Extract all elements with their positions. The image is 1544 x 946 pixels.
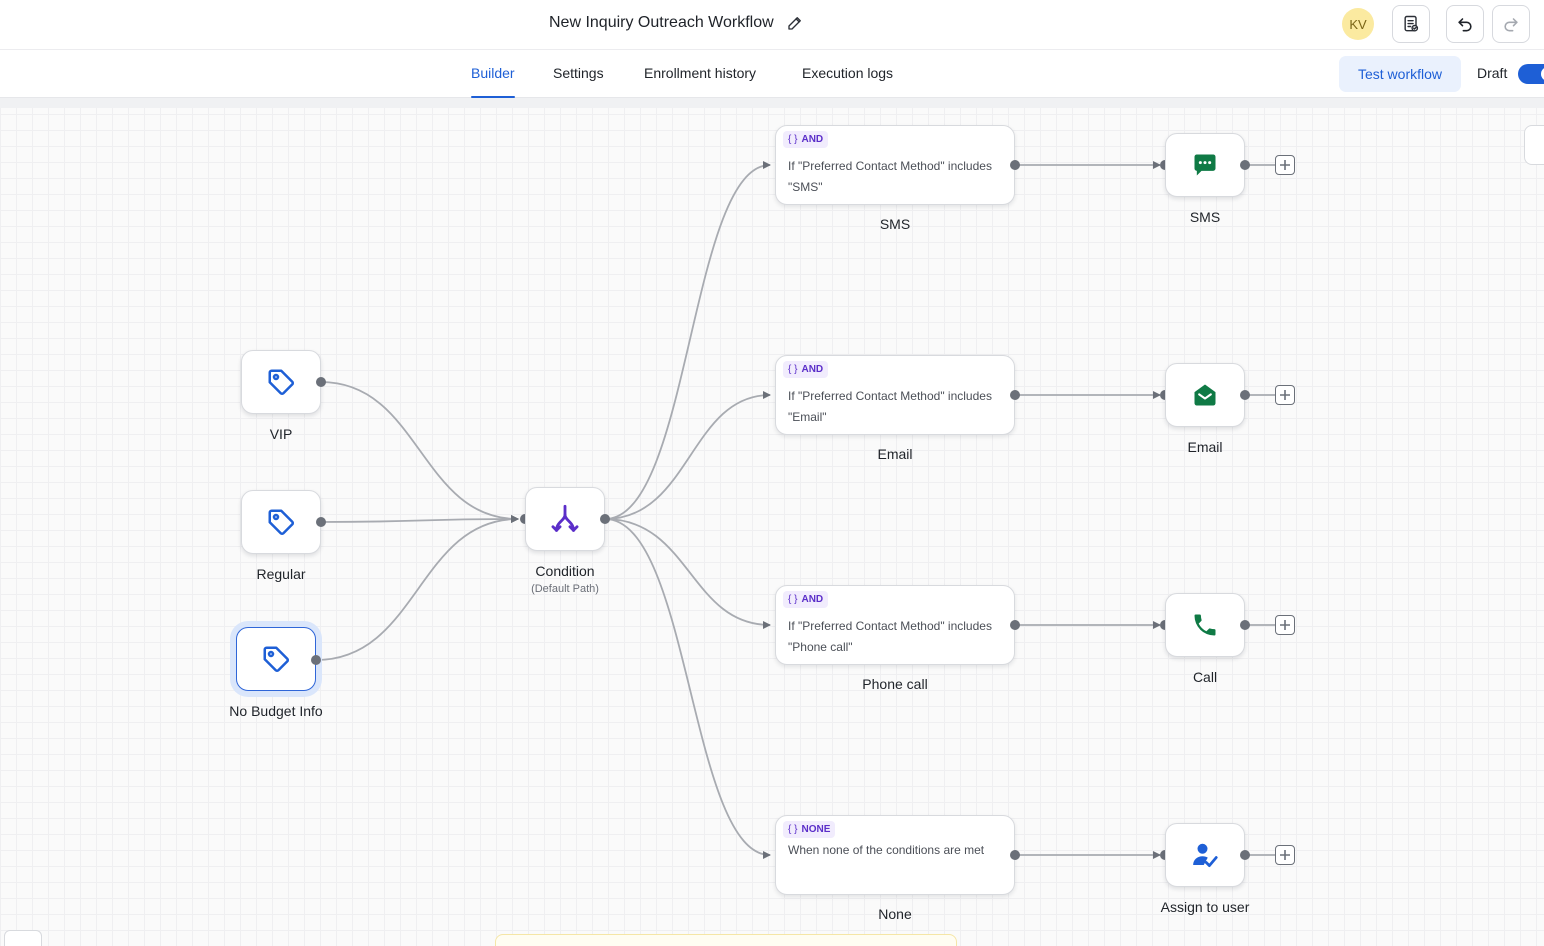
tab-bar: Builder Settings Enrollment history Exec… <box>0 50 1544 98</box>
add-step-button-call[interactable] <box>1275 615 1295 635</box>
action-label-sms: SMS <box>1189 209 1221 225</box>
branch-condition-text: If "Preferred Contact Method" includes "… <box>788 389 992 424</box>
plus-icon <box>1280 160 1290 170</box>
trigger-vip-output-handle[interactable] <box>316 377 326 387</box>
redo-button[interactable] <box>1492 5 1530 43</box>
branch-email-output-handle[interactable] <box>1010 390 1020 400</box>
branch-label-none: None <box>878 906 912 922</box>
action-label-call: Call <box>1192 669 1218 685</box>
plus-icon <box>1280 390 1290 400</box>
edit-pencil-icon[interactable] <box>786 14 804 32</box>
draft-status-label: Draft <box>1477 65 1508 81</box>
add-step-button-email[interactable] <box>1275 385 1295 405</box>
assign-user-icon <box>1193 843 1218 867</box>
edge-condition-to-email <box>604 391 771 520</box>
branch-label-phone-call: Phone call <box>862 676 928 692</box>
branch-sms-output-handle[interactable] <box>1010 160 1020 170</box>
phone-icon <box>1194 614 1216 636</box>
action-sms-output-handle[interactable] <box>1240 160 1250 170</box>
trigger-label-regular: Regular <box>256 566 306 582</box>
edge-vip-to-condition <box>320 381 519 523</box>
trigger-regular-output-handle[interactable] <box>316 517 326 527</box>
undo-button[interactable] <box>1446 5 1484 43</box>
tag-icon <box>263 646 290 673</box>
branch-operator-badge: { } AND <box>783 361 829 378</box>
trigger-label-vip: VIP <box>269 426 293 442</box>
branch-card-email[interactable]: { } AND If "Preferred Contact Method" inc… <box>775 355 1015 435</box>
edge-condition-to-phone <box>604 518 771 629</box>
plus-icon <box>1280 620 1290 630</box>
workflow-edges <box>315 161 1275 859</box>
edge-regular-to-condition <box>320 515 519 524</box>
tag-icon <box>268 369 295 396</box>
test-workflow-button[interactable]: Test workflow <box>1339 56 1461 92</box>
top-header: New Inquiry Outreach Workflow KV <box>0 0 1544 50</box>
branch-card-phone-call[interactable]: { } AND If "Preferred Contact Method" inc… <box>775 585 1015 665</box>
side-panel-toggle[interactable] <box>1524 125 1544 165</box>
action-label-email: Email <box>1187 439 1223 455</box>
workflow-canvas[interactable]: VIP Regular No Budget Info Condition (De… <box>0 98 1544 946</box>
branch-condition-text: If "Preferred Contact Method" includes "… <box>788 159 992 194</box>
tag-icon <box>268 509 295 536</box>
branch-card-none[interactable]: { } NONE When none of the conditions are … <box>775 815 1015 895</box>
trigger-node-no-budget-info[interactable] <box>236 627 316 691</box>
action-call-output-handle[interactable] <box>1240 620 1250 630</box>
tab-settings[interactable]: Settings <box>553 50 604 98</box>
condition-label: Condition <box>535 563 595 579</box>
branch-card-sms[interactable]: { } AND If "Preferred Contact Method" inc… <box>775 125 1015 205</box>
workflow-title[interactable]: New Inquiry Outreach Workflow <box>549 14 774 32</box>
action-assign-output-handle[interactable] <box>1240 850 1250 860</box>
avatar-initials: KV <box>1349 16 1367 32</box>
branch-condition-text: If "Preferred Contact Method" includes "… <box>788 619 992 654</box>
canvas-controls-button[interactable] <box>4 930 42 946</box>
branch-operator-badge: { } NONE <box>783 821 836 838</box>
action-node-call[interactable] <box>1165 593 1245 657</box>
branch-label-email: Email <box>877 446 913 462</box>
user-avatar[interactable]: KV <box>1342 8 1374 40</box>
add-step-button-assign[interactable] <box>1275 845 1295 865</box>
undo-icon <box>1458 18 1472 32</box>
condition-sublabel: (Default Path) <box>531 583 599 595</box>
canvas-notice-banner <box>495 934 957 946</box>
branch-label-sms: SMS <box>879 216 911 232</box>
email-icon <box>1194 384 1216 406</box>
trigger-node-vip[interactable] <box>241 350 321 414</box>
notes-button[interactable] <box>1392 5 1430 43</box>
edge-nobudget-to-condition <box>315 515 519 661</box>
branch-none-output-handle[interactable] <box>1010 850 1020 860</box>
notes-icon <box>1404 15 1419 32</box>
trigger-label-no-budget-info: No Budget Info <box>229 703 323 719</box>
tab-builder[interactable]: Builder <box>471 50 515 98</box>
publish-toggle[interactable] <box>1518 64 1544 84</box>
add-step-button-sms[interactable] <box>1275 155 1295 175</box>
workflow-title-group: New Inquiry Outreach Workflow <box>549 11 804 35</box>
action-node-email[interactable] <box>1165 363 1245 427</box>
sms-icon <box>1194 154 1216 176</box>
trigger-nobudget-output-handle[interactable] <box>311 655 321 665</box>
branch-split-icon <box>551 504 579 532</box>
branch-operator-badge: { } AND <box>783 591 829 608</box>
condition-output-handle[interactable] <box>600 514 610 524</box>
plus-icon <box>1280 850 1290 860</box>
branch-operator-badge: { } AND <box>783 131 829 148</box>
branch-phone-output-handle[interactable] <box>1010 620 1020 630</box>
action-email-output-handle[interactable] <box>1240 390 1250 400</box>
action-label-assign-to-user: Assign to user <box>1160 899 1250 915</box>
edge-condition-to-sms <box>604 161 771 520</box>
redo-icon <box>1504 18 1518 32</box>
branch-condition-text: When none of the conditions are met <box>788 843 985 857</box>
condition-node[interactable] <box>525 487 605 551</box>
action-node-assign-to-user[interactable] <box>1165 823 1245 887</box>
tab-enrollment-history[interactable]: Enrollment history <box>644 50 756 98</box>
action-node-sms[interactable] <box>1165 133 1245 197</box>
trigger-node-regular[interactable] <box>241 490 321 554</box>
tab-execution-logs[interactable]: Execution logs <box>802 50 893 98</box>
